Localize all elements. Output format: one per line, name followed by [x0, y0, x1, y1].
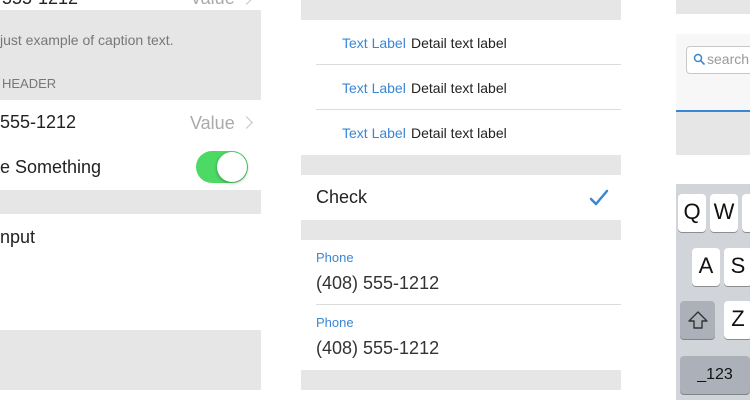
key-q[interactable]: Q [678, 194, 706, 232]
key-w[interactable]: W [710, 194, 738, 232]
search-icon [693, 53, 705, 65]
key-a[interactable]: A [692, 248, 720, 286]
caption-text: just example of caption text. [0, 32, 174, 48]
search-input[interactable]: search [686, 46, 750, 74]
phone-field-value: (408) 555-1212 [316, 273, 440, 293]
detail-row-label: Text Label [342, 80, 406, 96]
keyboard: Q W A S Z _123 [676, 184, 750, 400]
toggle-knob [217, 152, 247, 182]
search-placeholder: search [707, 51, 750, 67]
toggle-row-label: e Something [0, 157, 102, 177]
phone-field[interactable]: Phone (408) 555-1212 [301, 305, 621, 369]
left-input-area[interactable] [0, 214, 261, 330]
detail-row[interactable]: Text Label Detail text label [301, 65, 621, 110]
detail-row-label: Text Label [342, 35, 406, 51]
left-panel [0, 0, 261, 390]
toggle-switch[interactable] [196, 151, 248, 183]
detail-row-detail: Detail text label [411, 35, 507, 51]
phone-field-value: (408) 555-1212 [316, 338, 440, 358]
key-z[interactable]: Z [724, 301, 750, 339]
key-e[interactable] [742, 194, 750, 232]
left-phone-row-text: 555-1212 [0, 112, 77, 132]
checkmark-icon [589, 189, 609, 206]
phone-field-label: Phone [316, 250, 354, 265]
numbers-key[interactable]: _123 [680, 356, 750, 394]
section-header: HEADER [2, 76, 57, 91]
check-row-label: Check [316, 187, 368, 207]
input-label: nput [0, 227, 36, 247]
left-phone-row-value: Value [190, 113, 235, 133]
right-top-bar [676, 0, 750, 14]
left-top-row-text: 555-1212 [2, 0, 78, 9]
check-row[interactable]: Check [301, 175, 621, 220]
right-gray-bar [676, 112, 750, 155]
detail-row-label: Text Label [342, 125, 406, 141]
phone-field[interactable]: Phone (408) 555-1212 [301, 240, 621, 304]
detail-row-detail: Detail text label [411, 125, 507, 141]
key-s[interactable]: S [724, 248, 750, 286]
detail-row[interactable]: Text Label Detail text label [301, 20, 621, 65]
detail-row-detail: Detail text label [411, 80, 507, 96]
shift-key[interactable] [680, 301, 715, 339]
detail-row[interactable]: Text Label Detail text label [301, 110, 621, 155]
left-top-row-value: Value [190, 0, 235, 9]
phone-field-label: Phone [316, 315, 354, 330]
shift-arrow-icon [687, 311, 708, 329]
